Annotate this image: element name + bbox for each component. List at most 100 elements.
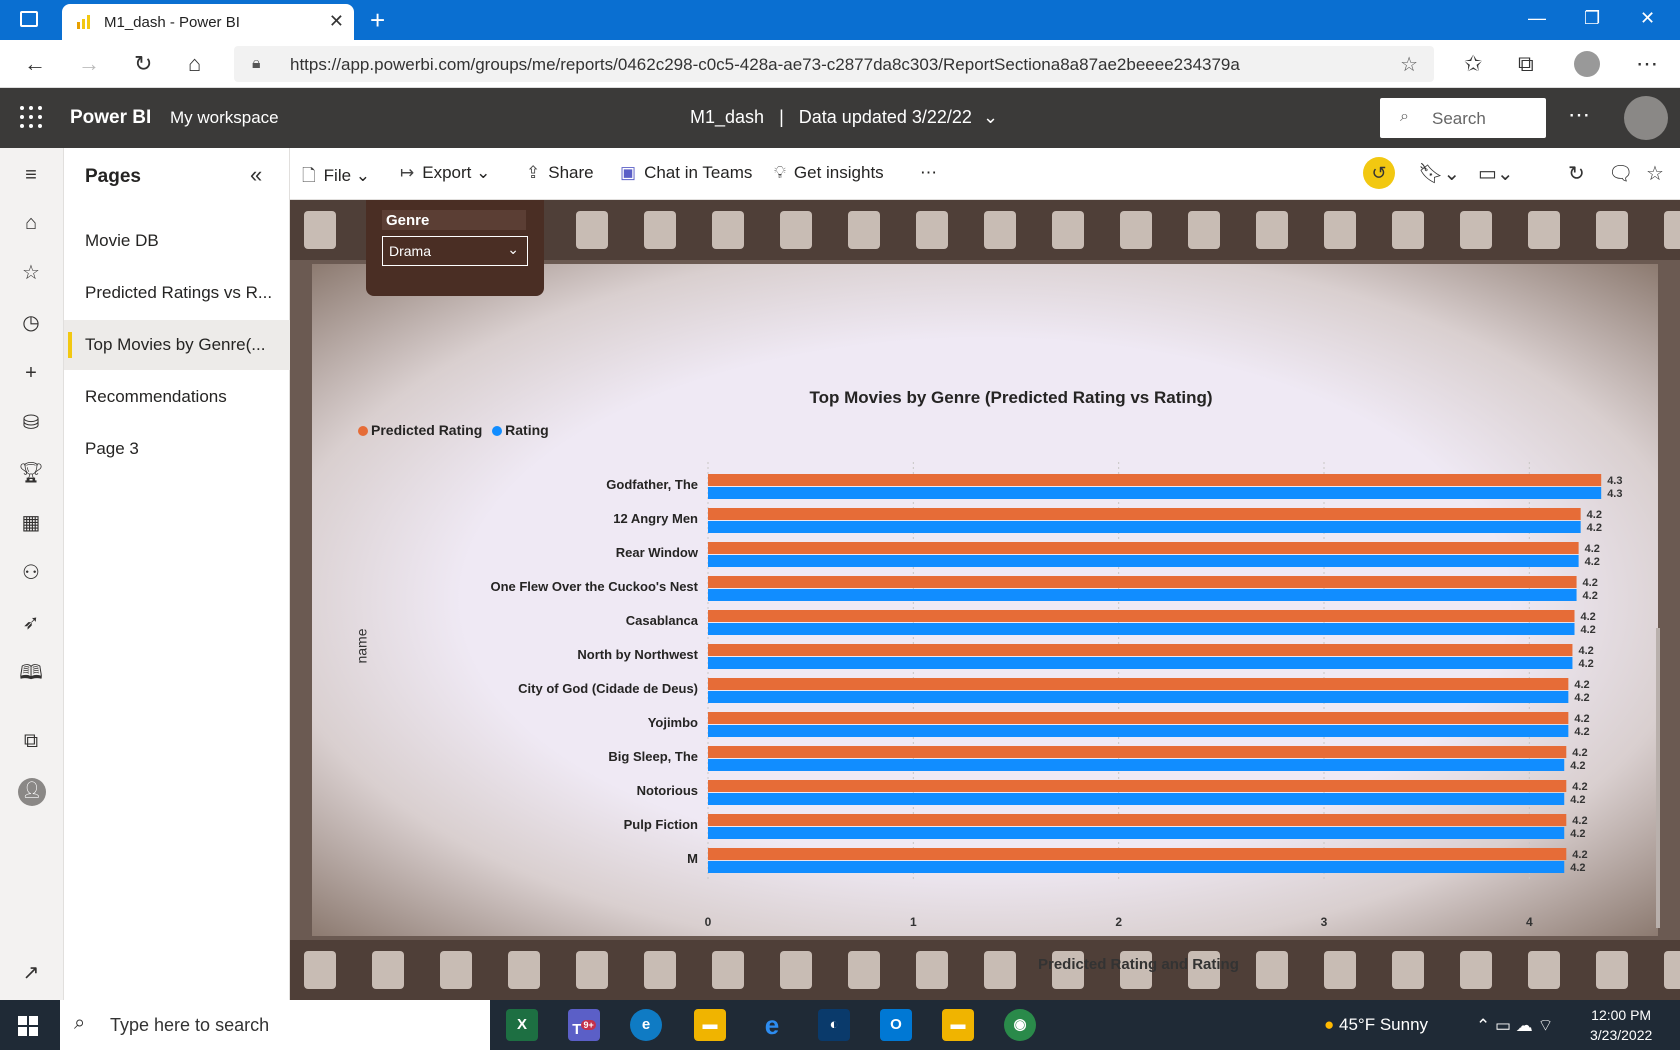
bar-rating[interactable]: [708, 521, 1581, 533]
bar-predicted[interactable]: [708, 780, 1567, 792]
hamburger-icon[interactable]: ≡: [18, 162, 44, 188]
page-item-active[interactable]: Top Movies by Genre(...: [64, 320, 290, 370]
export-menu[interactable]: ↦ Export ⌄: [400, 163, 490, 183]
my-workspace-icon[interactable]: 👤︎: [18, 778, 46, 806]
learn-icon[interactable]: 🕮︎: [18, 660, 44, 686]
bar-predicted[interactable]: [708, 746, 1567, 758]
view-icon[interactable]: ▭⌄: [1478, 161, 1514, 186]
browser-tab[interactable]: M1_dash - Power BI ✕: [62, 4, 354, 40]
favorite-star-icon[interactable]: ☆: [1646, 161, 1664, 186]
report-info[interactable]: M1_dash | Data updated 3/22/22 ⌄: [690, 107, 998, 128]
windows-start-icon[interactable]: [18, 1016, 38, 1036]
file-menu[interactable]: 🗋︎ File ⌄: [302, 163, 370, 192]
bar-rating[interactable]: [708, 487, 1602, 499]
teams-app-icon[interactable]: T 9+: [568, 1009, 600, 1041]
bar-rating[interactable]: [708, 793, 1565, 805]
edge-icon[interactable]: e: [630, 1009, 662, 1041]
bar-predicted[interactable]: [708, 712, 1569, 724]
bar-rating[interactable]: [708, 759, 1565, 771]
deployment-icon[interactable]: ➶: [18, 610, 44, 636]
tray-icons[interactable]: ⌃ ▭ ☁ ⌔: [1476, 1015, 1553, 1036]
settings-more-icon[interactable]: ⋯: [1636, 51, 1658, 77]
create-icon[interactable]: +: [18, 360, 44, 386]
bar-rating[interactable]: [708, 589, 1577, 601]
bar-predicted[interactable]: [708, 610, 1575, 622]
refresh-icon[interactable]: ↻: [134, 51, 152, 77]
home-icon[interactable]: ⌂: [188, 51, 201, 77]
forward-icon[interactable]: →: [78, 51, 100, 77]
minimize-icon[interactable]: —: [1528, 8, 1546, 29]
bar-rating[interactable]: [708, 691, 1569, 703]
folder-icon[interactable]: ▬: [942, 1009, 974, 1041]
weather-widget[interactable]: ● 45°F Sunny: [1324, 1015, 1428, 1035]
data-label: 4.2: [1574, 726, 1589, 738]
internet-explorer-icon[interactable]: e: [756, 1009, 788, 1041]
home-nav-icon[interactable]: ⌂: [18, 210, 44, 236]
more-options-icon[interactable]: ⋯: [1568, 102, 1590, 128]
reset-icon[interactable]: ↺: [1363, 157, 1395, 189]
page-item[interactable]: Movie DB: [64, 216, 290, 266]
brand-label[interactable]: Power BI: [70, 107, 151, 129]
app-launcher-icon[interactable]: [20, 106, 42, 128]
close-window-icon[interactable]: ✕: [1640, 8, 1655, 29]
bar-predicted[interactable]: [708, 474, 1602, 486]
favorites-icon[interactable]: ✩: [1464, 51, 1482, 77]
recent-icon[interactable]: ◷: [18, 310, 44, 336]
datasets-icon[interactable]: ⛁: [18, 410, 44, 436]
more-actions-icon[interactable]: ⋯: [920, 163, 937, 183]
goals-icon[interactable]: 🏆︎: [18, 460, 44, 486]
account-avatar[interactable]: [1624, 96, 1668, 140]
close-tab-icon[interactable]: ✕: [329, 11, 344, 32]
page-item[interactable]: Page 3: [64, 424, 290, 474]
outlook-icon[interactable]: O: [880, 1009, 912, 1041]
bar-rating[interactable]: [708, 555, 1579, 567]
app2-icon[interactable]: ◉: [1004, 1009, 1036, 1041]
sprocket-hole: [1528, 211, 1560, 249]
chat-in-teams-button[interactable]: ▣ Chat in Teams: [620, 163, 752, 183]
bar-rating[interactable]: [708, 861, 1565, 873]
bar-predicted[interactable]: [708, 542, 1579, 554]
new-tab-icon[interactable]: +: [370, 5, 385, 36]
profile-icon[interactable]: [1574, 51, 1600, 77]
bar-predicted[interactable]: [708, 814, 1567, 826]
collapse-pane-icon[interactable]: «: [250, 162, 262, 188]
bar-predicted[interactable]: [708, 644, 1573, 656]
bar-rating[interactable]: [708, 725, 1569, 737]
comment-icon[interactable]: 🗨︎: [1608, 161, 1633, 186]
bar-rating[interactable]: [708, 623, 1575, 635]
bar-rating[interactable]: [708, 827, 1565, 839]
bar-rating[interactable]: [708, 657, 1573, 669]
file-explorer-icon[interactable]: ▬: [694, 1009, 726, 1041]
workspaces-icon[interactable]: ⧉: [18, 728, 44, 754]
bar-predicted[interactable]: [708, 576, 1577, 588]
bar-predicted[interactable]: [708, 848, 1567, 860]
taskbar-search[interactable]: ⌕ Type here to search: [60, 1000, 490, 1050]
back-icon[interactable]: ←: [24, 51, 46, 77]
page-item[interactable]: Predicted Ratings vs R...: [64, 268, 290, 318]
favorite-add-icon[interactable]: ☆: [1400, 52, 1418, 77]
page-scrollbar[interactable]: [1656, 628, 1660, 928]
bookmark-icon[interactable]: 🔖︎⌄: [1418, 161, 1460, 186]
expand-icon[interactable]: ↗: [18, 960, 44, 986]
restore-icon[interactable]: ❐: [1584, 8, 1600, 29]
page-item[interactable]: Recommendations: [64, 372, 290, 422]
app-icon[interactable]: ◐: [818, 1009, 850, 1041]
genre-dropdown[interactable]: Drama ⌄: [382, 236, 528, 266]
excel-icon[interactable]: X: [506, 1009, 538, 1041]
clock[interactable]: 12:00 PM 3/23/2022: [1590, 1005, 1652, 1045]
sprocket-hole: [304, 951, 336, 989]
apps-icon[interactable]: ▦: [18, 510, 44, 536]
shared-icon[interactable]: ⚇: [18, 560, 44, 586]
bar-predicted[interactable]: [708, 508, 1581, 520]
tab-actions-icon[interactable]: [20, 11, 38, 27]
bar-chart[interactable]: Top Movies by Genre (Predicted Rating vs…: [352, 388, 1670, 978]
url-field[interactable]: 🔒︎ https://app.powerbi.com/groups/me/rep…: [234, 46, 1434, 82]
get-insights-button[interactable]: 💡︎ Get insights: [774, 163, 884, 183]
favorites-nav-icon[interactable]: ☆: [18, 260, 44, 286]
share-button[interactable]: ⇪ Share: [526, 163, 594, 183]
search-box[interactable]: ⌕ Search: [1380, 98, 1546, 138]
bar-predicted[interactable]: [708, 678, 1569, 690]
collections-icon[interactable]: ⧉: [1518, 51, 1534, 77]
workspace-link[interactable]: My workspace: [170, 108, 279, 128]
refresh-visuals-icon[interactable]: ↻: [1568, 161, 1585, 186]
